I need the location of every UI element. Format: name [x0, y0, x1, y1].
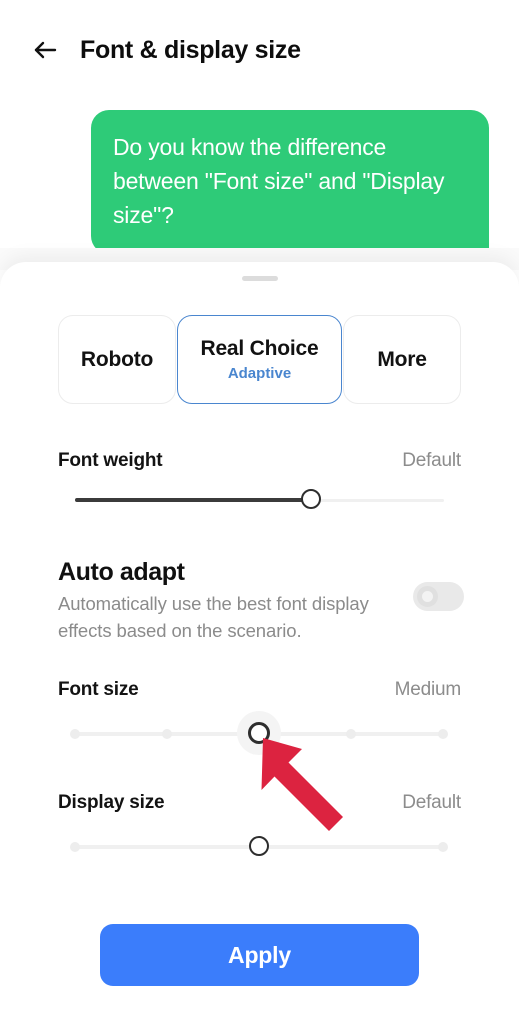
page-title: Font & display size [80, 35, 301, 64]
settings-screen: Font & display size Do you know the diff… [0, 0, 519, 1024]
arrow-left-icon [30, 35, 60, 65]
slider-fill [75, 498, 312, 502]
font-card-real-choice[interactable]: Real Choice Adaptive [177, 315, 342, 404]
toggle-knob [417, 586, 438, 607]
slider-tick[interactable] [438, 842, 448, 852]
slider-tick[interactable] [346, 729, 356, 739]
display-size-value: Default [402, 792, 461, 813]
font-card-more[interactable]: More [343, 315, 461, 404]
slider-thumb[interactable] [248, 722, 270, 744]
sheet-drag-handle[interactable] [241, 276, 278, 281]
chat-message-bubble: Do you know the difference between "Font… [91, 110, 489, 254]
slider-tick[interactable] [162, 729, 172, 739]
font-weight-value: Default [402, 450, 461, 471]
display-size-label: Display size [58, 792, 165, 813]
font-size-value: Medium [394, 679, 462, 700]
font-weight-label: Font weight [58, 450, 163, 471]
slider-tick[interactable] [438, 729, 448, 739]
app-header: Font & display size [0, 0, 519, 100]
font-weight-slider[interactable] [58, 478, 461, 522]
font-card-sublabel: Adaptive [227, 365, 292, 382]
slider-thumb[interactable] [249, 836, 269, 856]
font-family-options: Roboto Real Choice Adaptive More [0, 315, 519, 404]
auto-adapt-description: Automatically use the best font display … [58, 593, 369, 641]
slider-thumb[interactable] [301, 489, 322, 509]
auto-adapt-title: Auto adapt [58, 558, 185, 586]
font-settings-sheet: Roboto Real Choice Adaptive More Font we… [0, 262, 519, 1024]
font-card-label: Real Choice [200, 337, 319, 360]
font-card-roboto[interactable]: Roboto [58, 315, 176, 404]
display-size-slider[interactable] [58, 825, 461, 869]
apply-button[interactable]: Apply [100, 924, 419, 986]
slider-tick[interactable] [70, 729, 80, 739]
font-card-label: More [377, 347, 427, 371]
font-card-label: Roboto [80, 347, 154, 371]
back-button[interactable] [18, 23, 72, 77]
slider-tick[interactable] [70, 842, 80, 852]
auto-adapt-toggle[interactable] [413, 582, 464, 611]
font-size-slider[interactable] [58, 711, 461, 756]
font-size-label: Font size [58, 679, 139, 700]
